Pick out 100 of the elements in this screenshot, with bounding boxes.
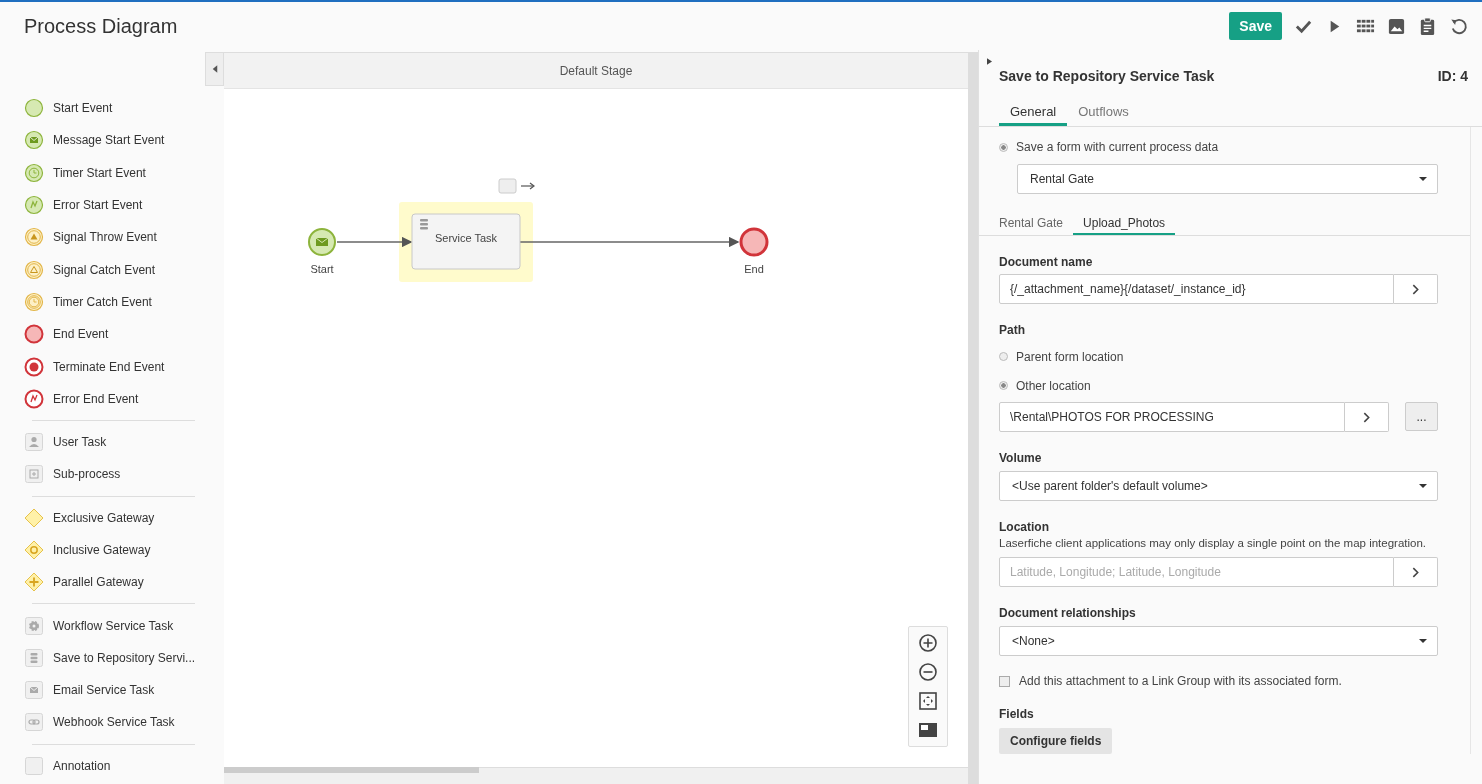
field-label: Fields: [999, 707, 1035, 721]
gear-icon: [24, 615, 44, 636]
diamond-icon: [24, 507, 44, 528]
field-label: Volume: [999, 451, 1043, 465]
collapse-button[interactable]: [205, 52, 224, 86]
clock-circle-icon: [24, 162, 44, 183]
lightning-circle-icon: [24, 195, 44, 216]
radio-option[interactable]: Parent form location: [999, 342, 1438, 371]
radio-option[interactable]: Other location: [999, 371, 1438, 400]
location-field[interactable]: Latitude, Longitude; Latitude, Longitude: [999, 557, 1394, 587]
palette-item[interactable]: Timer Catch Event: [0, 285, 205, 319]
palette-item[interactable]: Exclusive Gateway: [0, 501, 205, 534]
stack-icon: [420, 219, 428, 230]
lightning-circle-icon: [24, 388, 44, 409]
message-start-event[interactable]: [308, 228, 336, 256]
field-label: Document relationships: [999, 606, 1137, 620]
circle-icon: [24, 98, 44, 119]
undo-icon[interactable]: [1449, 16, 1468, 36]
envelope-circle-icon: [24, 130, 44, 151]
radio-label: Save a form with current process data: [1016, 140, 1219, 154]
triangle-circle-icon: [24, 259, 44, 280]
panel-title: Save to Repository Service Task: [999, 68, 1215, 84]
radio-label: Parent form location: [1016, 349, 1124, 364]
radio-label: Other location: [1016, 378, 1091, 393]
envelope-icon: [24, 680, 44, 701]
checkbox-label: Add this attachment to a Link Group with its associated form.: [1019, 674, 1342, 688]
radio-button[interactable]: [999, 381, 1008, 390]
form-dropdown[interactable]: Rental Gate: [1017, 164, 1438, 194]
fit-screen-icon[interactable]: [918, 691, 938, 711]
field-label: Location: [999, 520, 1050, 534]
palette-item[interactable]: Signal Throw Event: [0, 221, 205, 254]
sequence-flow-arrow[interactable]: [336, 236, 413, 248]
radio-button[interactable]: [999, 352, 1008, 361]
sequence-flow-arrow[interactable]: [519, 236, 740, 248]
radio-option[interactable]: Save a form with current process data: [999, 137, 1438, 157]
event-label: Start: [310, 263, 334, 275]
task-label: Service Task: [434, 232, 498, 244]
square-icon: [24, 755, 44, 776]
zoom-in-icon[interactable]: [918, 633, 938, 653]
link-icon: [24, 712, 44, 733]
page-title: Process Diagram: [24, 14, 178, 38]
caret-icon: [1419, 484, 1427, 488]
caret-icon: [211, 65, 218, 73]
form-tab[interactable]: Upload_Photos: [1073, 216, 1176, 235]
field-label: Document name: [999, 255, 1094, 269]
zoom-out-icon[interactable]: [918, 662, 938, 682]
palette-item[interactable]: Workflow Service Task: [0, 609, 205, 642]
palette-item[interactable]: Signal Catch Event: [0, 253, 205, 286]
caret-icon: [1419, 177, 1427, 181]
palette-item[interactable]: Timer Start Event: [0, 156, 205, 189]
relationships-dropdown[interactable]: <None>: [999, 626, 1438, 656]
configure-fields-button[interactable]: Configure fields: [999, 728, 1113, 754]
radio-button[interactable]: [999, 142, 1008, 152]
help-text: Laserfiche client applications may only display a single point on the map integration.: [999, 536, 1428, 551]
chevron-right-icon: [1412, 283, 1419, 295]
vertical-scrollbar[interactable]: [968, 52, 978, 784]
palette-item[interactable]: Error End Event: [0, 382, 205, 415]
browse-button[interactable]: ...: [1405, 402, 1438, 431]
stage-header: Default Stage: [224, 52, 968, 89]
caret-icon: [1419, 639, 1427, 643]
palette-item[interactable]: Message Start Event: [0, 124, 205, 157]
person-icon: [24, 432, 44, 453]
image-icon[interactable]: [1387, 16, 1406, 36]
chevron-right-icon: [1363, 411, 1370, 423]
event-label: End: [744, 263, 764, 275]
panel-tab[interactable]: General: [999, 104, 1068, 126]
palette-item[interactable]: Terminate End Event: [0, 350, 205, 383]
minimap-icon[interactable]: [918, 720, 938, 740]
palette-item[interactable]: Parallel Gateway: [0, 566, 205, 599]
form-tab[interactable]: Rental Gate: [989, 216, 1074, 235]
palette-item[interactable]: Annotation: [0, 749, 205, 782]
palette-item[interactable]: End Event: [0, 318, 205, 351]
checkbox[interactable]: [999, 675, 1010, 687]
horizontal-scrollbar[interactable]: [224, 767, 968, 784]
field-label: Path: [999, 323, 1026, 337]
dot-circle-icon: [24, 356, 44, 377]
palette-item[interactable]: Email Service Task: [0, 674, 205, 707]
diamond-plus-icon: [24, 572, 44, 593]
volume-dropdown[interactable]: <Use parent folder's default volume>: [999, 471, 1438, 501]
element-id: ID: 4: [1437, 68, 1468, 84]
document-name-field[interactable]: {/_attachment_name}{/dataset/_instance_id}: [999, 274, 1394, 304]
clock-circle-icon: [24, 291, 44, 312]
clipboard-icon[interactable]: [1418, 16, 1437, 36]
palette-item[interactable]: Error Start Event: [0, 188, 205, 222]
plus-square-icon: [24, 464, 44, 485]
panel-tab[interactable]: Outflows: [1067, 104, 1140, 126]
circle-icon: [24, 324, 44, 345]
palette-item[interactable]: Inclusive Gateway: [0, 533, 205, 567]
caret-icon[interactable]: [987, 58, 992, 65]
palette-item[interactable]: Sub-process: [0, 458, 205, 491]
chevron-right-icon: [1412, 566, 1419, 578]
triangle-circle-icon: [24, 227, 44, 248]
stack-icon: [24, 647, 44, 668]
palette-item[interactable]: User Task: [0, 425, 205, 459]
palette-item[interactable]: Save to Repository Servi...: [0, 641, 205, 675]
palette-item[interactable]: Start Event: [0, 92, 205, 125]
palette-item[interactable]: Webhook Service Task: [0, 706, 205, 739]
context-pad-drawing[interactable]: [498, 178, 535, 194]
path-field[interactable]: \Rental\PHOTOS FOR PROCESSING: [999, 402, 1345, 432]
end-event[interactable]: [739, 227, 769, 257]
